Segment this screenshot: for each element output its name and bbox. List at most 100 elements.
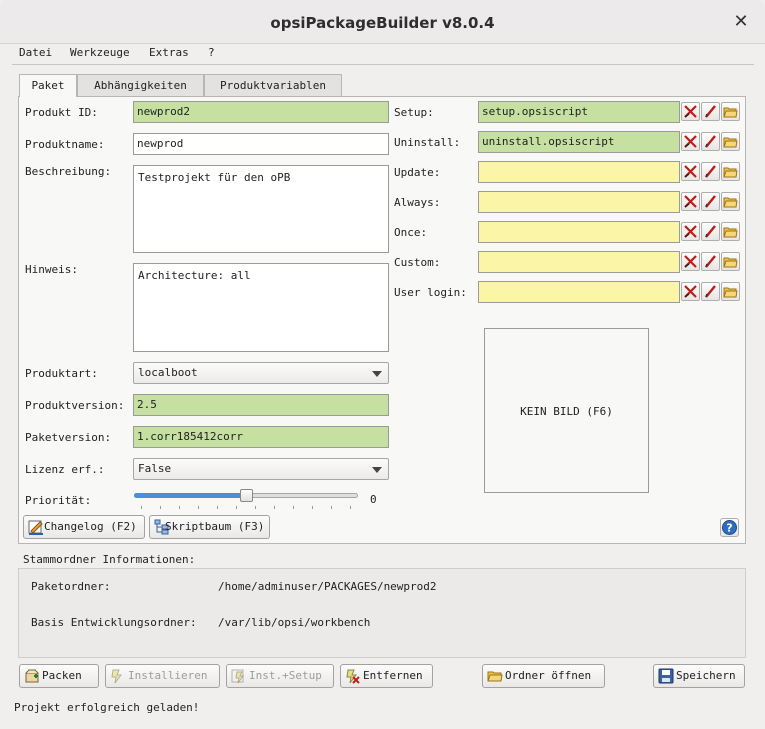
remove-label: Entfernen xyxy=(363,669,423,682)
menu-bar: Datei Werkzeuge Extras ? xyxy=(12,46,232,62)
pack-icon xyxy=(24,668,40,692)
product-type-select[interactable]: localboot xyxy=(133,362,389,384)
slider-tick xyxy=(236,506,237,509)
slider-tick xyxy=(198,506,199,509)
slider-tick xyxy=(331,506,332,509)
folder-open-icon[interactable] xyxy=(721,192,740,211)
package-version-field[interactable]: 1.corr185412corr xyxy=(133,426,389,448)
slider-tick xyxy=(255,506,256,509)
window-title: opsiPackageBuilder v8.0.4 xyxy=(270,14,495,32)
install-setup-icon xyxy=(231,668,247,692)
script-label: Uninstall: xyxy=(394,136,461,149)
license-label: Lizenz erf.: xyxy=(25,463,105,476)
product-image-box[interactable]: KEIN BILD (F6) xyxy=(484,328,649,493)
package-folder-label: Paketordner: xyxy=(31,580,111,593)
product-id-field[interactable]: newprod2 xyxy=(133,101,389,123)
slider-tick xyxy=(217,506,218,509)
chevron-down-icon xyxy=(372,467,382,473)
product-id-label: Produkt ID: xyxy=(25,106,98,119)
install-setup-button[interactable]: Inst.+Setup xyxy=(226,664,334,688)
workbench-value: /var/lib/opsi/workbench xyxy=(218,616,371,629)
priority-slider-fill xyxy=(134,493,246,498)
tab-produktvariablen[interactable]: Produktvariablen xyxy=(204,74,342,96)
menu-datei[interactable]: Datei xyxy=(19,46,52,59)
script-label: Setup: xyxy=(394,106,434,119)
install-label: Installieren xyxy=(128,669,208,682)
product-name-field[interactable]: newprod xyxy=(133,133,389,155)
help-icon[interactable]: ? xyxy=(720,518,739,537)
script-label: Once: xyxy=(394,226,428,239)
save-button[interactable]: Speichern xyxy=(653,664,745,688)
status-bar-text: Projekt erfolgreich geladen! xyxy=(14,701,200,714)
folder-open-icon[interactable] xyxy=(721,132,740,151)
delete-icon[interactable] xyxy=(681,102,700,121)
install-button[interactable]: Installieren xyxy=(105,664,220,688)
license-select[interactable]: False xyxy=(133,458,389,480)
script-field[interactable] xyxy=(478,251,680,273)
script-field[interactable] xyxy=(478,281,680,303)
edit-icon[interactable] xyxy=(701,192,720,211)
menu-help[interactable]: ? xyxy=(208,46,215,59)
pack-button[interactable]: Packen xyxy=(19,664,99,688)
priority-label: Priorität: xyxy=(25,494,92,507)
product-type-label: Produktart: xyxy=(25,367,98,380)
edit-icon[interactable] xyxy=(701,162,720,181)
advice-label: Hinweis: xyxy=(25,263,78,276)
script-label: Always: xyxy=(394,196,441,209)
delete-icon[interactable] xyxy=(681,192,700,211)
menu-werkzeuge[interactable]: Werkzeuge xyxy=(70,46,130,59)
pack-label: Packen xyxy=(42,669,82,682)
script-label: Update: xyxy=(394,166,441,179)
close-icon[interactable]: ✕ xyxy=(730,11,752,33)
tab-abhaengigkeiten[interactable]: Abhängigkeiten xyxy=(77,74,204,96)
script-label: Custom: xyxy=(394,256,441,269)
priority-value: 0 xyxy=(370,493,377,506)
delete-icon[interactable] xyxy=(681,252,700,271)
description-label: Beschreibung: xyxy=(25,165,112,178)
open-folder-button[interactable]: Ordner öffnen xyxy=(482,664,605,688)
priority-slider-handle[interactable] xyxy=(240,489,253,502)
product-version-field[interactable]: 2.5 xyxy=(133,394,389,416)
install-icon xyxy=(110,668,126,692)
script-field[interactable]: uninstall.opsiscript xyxy=(478,131,680,153)
script-field[interactable] xyxy=(478,221,680,243)
no-image-label: KEIN BILD (F6) xyxy=(520,405,613,418)
package-version-label: Paketversion: xyxy=(25,431,112,444)
svg-text:?: ? xyxy=(726,522,732,535)
chevron-down-icon xyxy=(372,371,382,377)
script-field[interactable] xyxy=(478,161,680,183)
open-folder-label: Ordner öffnen xyxy=(505,669,592,682)
folder-icon xyxy=(487,668,503,692)
edit-icon[interactable] xyxy=(701,252,720,271)
delete-icon[interactable] xyxy=(681,162,700,181)
menu-extras[interactable]: Extras xyxy=(149,46,189,59)
product-version-label: Produktversion: xyxy=(25,399,125,412)
changelog-button[interactable]: Changelog (F2) xyxy=(23,515,145,539)
folder-open-icon[interactable] xyxy=(721,102,740,121)
edit-icon[interactable] xyxy=(701,102,720,121)
edit-icon[interactable] xyxy=(701,222,720,241)
folder-open-icon[interactable] xyxy=(721,282,740,301)
edit-icon[interactable] xyxy=(701,282,720,301)
delete-icon[interactable] xyxy=(681,282,700,301)
script-label: User login: xyxy=(394,286,467,299)
save-icon xyxy=(658,668,674,692)
slider-tick xyxy=(179,506,180,509)
description-textarea[interactable]: Testprojekt für den oPB xyxy=(133,165,389,253)
slider-tick xyxy=(160,506,161,509)
slider-tick xyxy=(312,506,313,509)
folder-open-icon[interactable] xyxy=(721,222,740,241)
delete-icon[interactable] xyxy=(681,132,700,151)
remove-button[interactable]: Entfernen xyxy=(340,664,433,688)
edit-icon[interactable] xyxy=(701,132,720,151)
scripttree-button[interactable]: Skriptbaum (F3) xyxy=(149,515,270,539)
script-field[interactable]: setup.opsiscript xyxy=(478,101,680,123)
script-field[interactable] xyxy=(478,191,680,213)
folder-open-icon[interactable] xyxy=(721,162,740,181)
product-name-label: Produktname: xyxy=(25,138,105,151)
tab-paket[interactable]: Paket xyxy=(19,74,77,97)
advice-textarea[interactable]: Architecture: all xyxy=(133,263,389,352)
delete-icon[interactable] xyxy=(681,222,700,241)
folder-open-icon[interactable] xyxy=(721,252,740,271)
changelog-icon xyxy=(28,519,44,543)
